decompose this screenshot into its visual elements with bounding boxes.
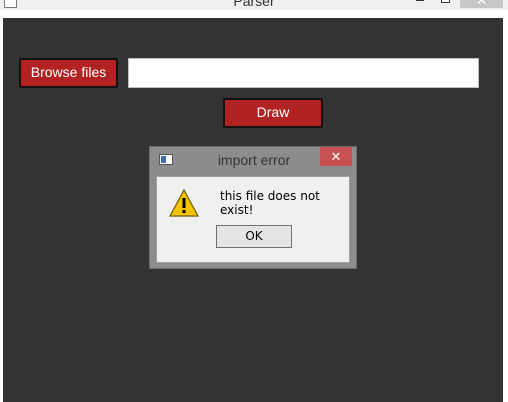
draw-button[interactable]: Draw — [223, 98, 323, 128]
minimize-button[interactable] — [416, 0, 424, 1]
warning-icon — [169, 189, 199, 217]
main-title-bar: Parser ✕ — [0, 0, 508, 10]
maximize-button[interactable] — [441, 0, 450, 3]
window-close-button[interactable]: ✕ — [460, 0, 503, 8]
file-path-input[interactable] — [128, 58, 479, 88]
import-error-dialog: import error ✕ this file does not exist!… — [149, 146, 357, 269]
dialog-message: this file does not exist! — [220, 189, 320, 217]
browse-files-button[interactable]: Browse files — [19, 58, 118, 88]
dialog-body: this file does not exist! OK — [156, 176, 350, 263]
window-title: Parser — [233, 0, 275, 9]
ok-button[interactable]: OK — [216, 225, 292, 248]
dialog-close-button[interactable]: ✕ — [320, 147, 352, 166]
